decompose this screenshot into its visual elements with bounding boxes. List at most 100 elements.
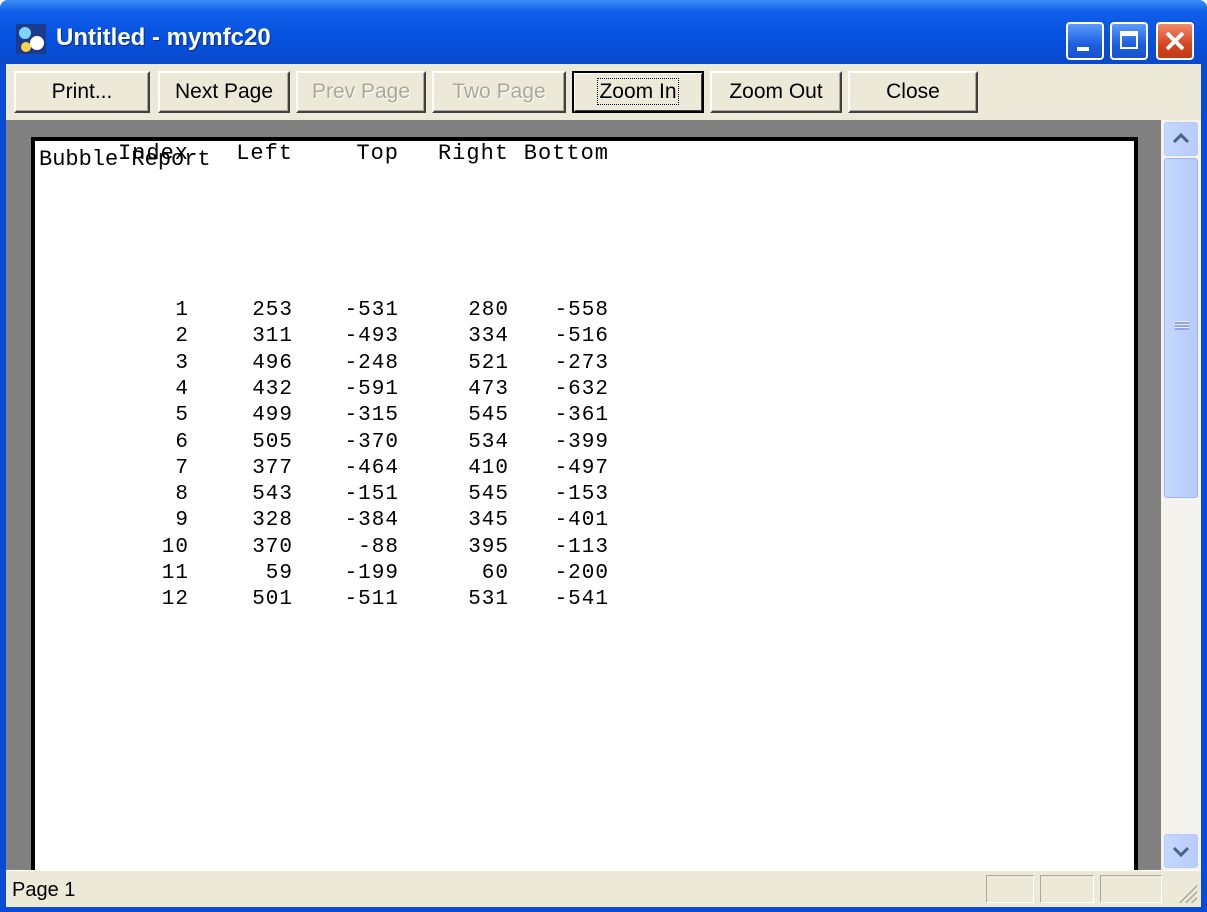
cell-right: 60 [481,562,509,585]
table-row: 9 328 -384 345 -401 [35,509,635,535]
cell-top: -384 [344,509,399,533]
close-window-button[interactable] [1156,22,1194,60]
cell-right: 345 [468,509,509,533]
cell-top: -493 [344,325,399,349]
status-pane [1100,875,1162,903]
resize-grip-icon[interactable] [1177,883,1197,903]
scroll-down-button[interactable] [1164,834,1198,868]
table-row: 11 59 -199 60 -200 [35,562,635,588]
column-header-top: Top [356,141,399,166]
zoom-in-button[interactable]: Zoom In [572,71,704,113]
vertical-scrollbar[interactable] [1161,120,1201,870]
cell-left: 253 [252,299,293,322]
close-preview-button[interactable]: Close [848,71,978,113]
next-page-button[interactable]: Next Page [158,71,290,113]
prev-page-label: Prev Page [311,80,411,103]
status-pane [986,875,1034,903]
cell-right: 545 [468,404,509,428]
table-row: 10 370 -88 395 -113 [35,536,635,562]
status-page-indicator: Page 1 [12,879,76,901]
cell-bottom: -399 [554,430,609,454]
cell-top: -151 [344,483,399,507]
column-header-left: Left [236,141,293,166]
cell-left: 496 [252,351,293,375]
cell-bottom: -516 [554,325,609,349]
cell-index: 1 [175,299,189,322]
chevron-up-icon [1172,132,1190,144]
window-title: Untitled - mymfc20 [56,24,271,51]
cell-bottom: -361 [554,404,609,428]
app-window: Untitled - mymfc20 Print... Next Page Pr… [0,0,1207,912]
cell-right: 534 [468,430,509,454]
cell-top: -370 [344,430,399,454]
cell-bottom: -401 [554,509,609,533]
maximize-button[interactable] [1110,22,1148,60]
cell-top: -591 [344,377,399,401]
minimize-button[interactable] [1066,22,1104,60]
cell-top: -248 [344,351,399,375]
scroll-thumb[interactable] [1164,158,1198,498]
cell-left: 328 [252,509,293,533]
table-row: 3 496 -248 521 -273 [35,352,635,378]
table-row: 8 543 -151 545 -153 [35,483,635,509]
cell-bottom: -273 [554,351,609,375]
column-header-bottom: Bottom [523,141,609,166]
cell-right: 545 [468,483,509,507]
prev-page-button[interactable]: Prev Page [296,71,426,113]
cell-top: -199 [344,562,399,585]
app-icon[interactable] [14,22,48,56]
close-preview-label: Close [886,80,940,103]
cell-index: 10 [161,535,189,559]
preview-area[interactable]: Bubble Report Index Left Top Right Botto… [6,120,1161,877]
cell-index: 11 [161,562,189,585]
cell-top: -315 [344,404,399,428]
table-row: 7 377 -464 410 -497 [35,457,635,483]
print-button-label: Print... [51,80,113,103]
next-page-label: Next Page [174,80,274,103]
cell-index: 5 [175,404,189,428]
table-row: 12 501 -511 531 -541 [35,588,635,614]
print-button[interactable]: Print... [14,71,150,113]
status-bar: Page 1 [6,870,1201,907]
table-row: 4 432 -591 473 -632 [35,378,635,404]
chevron-down-icon [1172,846,1190,858]
table-row: 6 505 -370 534 -399 [35,431,635,457]
minimize-icon [1077,47,1089,51]
cell-left: 501 [252,588,293,612]
cell-top: -88 [358,535,399,559]
cell-bottom: -632 [554,377,609,401]
table-row: 2 311 -493 334 -516 [35,325,635,351]
column-header-right: Right [437,141,509,166]
column-header-index: Index [117,141,189,166]
cell-index: 6 [175,430,189,454]
cell-index: 9 [175,509,189,533]
preview-toolbar: Print... Next Page Prev Page Two Page Zo… [6,64,1201,120]
grip-icon [1175,321,1189,330]
cell-top: -464 [344,456,399,480]
cell-index: 4 [175,377,189,401]
preview-page[interactable]: Bubble Report Index Left Top Right Botto… [31,137,1138,877]
two-page-button[interactable]: Two Page [432,71,566,113]
cell-left: 59 [265,562,293,585]
cell-right: 521 [468,351,509,375]
cell-left: 499 [252,404,293,428]
cell-left: 377 [252,456,293,480]
cell-bottom: -113 [554,535,609,559]
zoom-in-label: Zoom In [597,78,679,105]
cell-left: 311 [252,325,293,349]
cell-bottom: -497 [554,456,609,480]
cell-right: 531 [468,588,509,612]
cell-right: 395 [468,535,509,559]
table-row: 5 499 -315 545 -361 [35,404,635,430]
cell-index: 12 [161,588,189,612]
zoom-out-button[interactable]: Zoom Out [710,71,842,113]
cell-index: 8 [175,483,189,507]
scroll-up-button[interactable] [1164,122,1198,156]
close-icon [1165,31,1185,51]
table-row: 1 253 -531 280 -558 [35,299,635,325]
cell-top: -531 [344,299,399,322]
cell-index: 7 [175,456,189,480]
two-page-label: Two Page [452,80,546,103]
title-bar[interactable]: Untitled - mymfc20 [0,0,1207,64]
cell-right: 410 [468,456,509,480]
